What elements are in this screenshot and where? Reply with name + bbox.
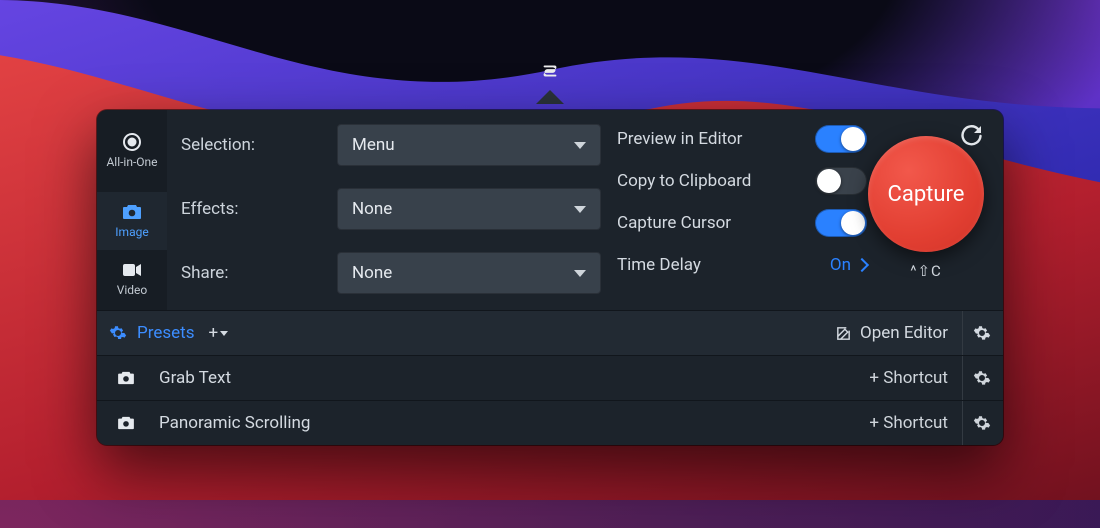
options-area: Preview in Editor Copy to Clipboard Capt… [617, 110, 1003, 310]
preview-toggle[interactable] [815, 125, 867, 153]
presets-gear-icon[interactable] [109, 324, 127, 342]
app-glyph-icon[interactable] [537, 58, 563, 84]
add-shortcut-button[interactable]: + Shortcut [869, 413, 948, 433]
delay-label: Time Delay [617, 255, 701, 275]
edit-icon [835, 325, 852, 342]
reset-button[interactable] [959, 124, 983, 148]
open-editor-button[interactable]: Open Editor [835, 323, 948, 343]
mode-all-in-one-label: All-in-One [106, 155, 157, 169]
clipboard-label: Copy to Clipboard [617, 171, 751, 191]
share-dropdown[interactable]: None [337, 252, 601, 294]
cursor-label: Capture Cursor [617, 213, 731, 233]
share-label: Share: [181, 263, 321, 283]
open-editor-label: Open Editor [860, 323, 948, 343]
share-value: None [352, 263, 392, 283]
delay-value: On [830, 255, 851, 275]
presets-settings-button[interactable] [962, 311, 991, 355]
chevron-down-icon [574, 206, 586, 213]
mode-image-label: Image [115, 225, 148, 239]
menubar-anchor [536, 58, 564, 104]
capture-shortcut: ^⇧C [910, 262, 942, 280]
chevron-down-icon [574, 270, 586, 277]
cursor-toggle[interactable] [815, 209, 867, 237]
selection-label: Selection: [181, 135, 321, 155]
mode-sidebar: All-in-One Image Video [97, 110, 167, 310]
video-icon [121, 261, 143, 279]
preset-settings-button[interactable] [962, 401, 991, 445]
preset-row[interactable]: Grab Text + Shortcut [97, 355, 1003, 400]
mode-all-in-one[interactable]: All-in-One [97, 110, 167, 192]
selection-value: Menu [352, 135, 395, 155]
effects-value: None [352, 199, 392, 219]
selection-dropdown[interactable]: Menu [337, 124, 601, 166]
clipboard-toggle[interactable] [815, 167, 867, 195]
mode-video[interactable]: Video [97, 250, 167, 308]
panel-pointer [536, 90, 564, 104]
toggle-list: Preview in Editor Copy to Clipboard Capt… [617, 124, 867, 310]
mode-video-label: Video [117, 283, 148, 297]
capture-button[interactable]: Capture [868, 136, 984, 252]
effects-label: Effects: [181, 199, 321, 219]
effects-dropdown[interactable]: None [337, 188, 601, 230]
preset-name: Panoramic Scrolling [159, 413, 869, 433]
preset-name: Grab Text [159, 368, 869, 388]
capture-panel: All-in-One Image Video [97, 110, 1003, 445]
add-shortcut-button[interactable]: + Shortcut [869, 368, 948, 388]
chevron-down-icon [574, 142, 586, 149]
presets-strip: Presets + Open Editor [97, 310, 1003, 355]
delay-link[interactable]: On [830, 255, 867, 275]
form-area: Selection: Menu Effects: None Share: Non… [167, 110, 617, 310]
capture-label: Capture [888, 182, 965, 207]
camera-icon [115, 371, 137, 385]
preset-row[interactable]: Panoramic Scrolling + Shortcut [97, 400, 1003, 445]
preview-label: Preview in Editor [617, 129, 742, 149]
add-preset-button[interactable]: + [208, 323, 228, 343]
preset-settings-button[interactable] [962, 356, 991, 400]
camera-icon [115, 416, 137, 430]
camera-icon [121, 203, 143, 221]
mode-image[interactable]: Image [97, 192, 167, 250]
chevron-down-icon [220, 331, 228, 336]
presets-label[interactable]: Presets [137, 323, 194, 343]
target-icon [121, 133, 143, 151]
